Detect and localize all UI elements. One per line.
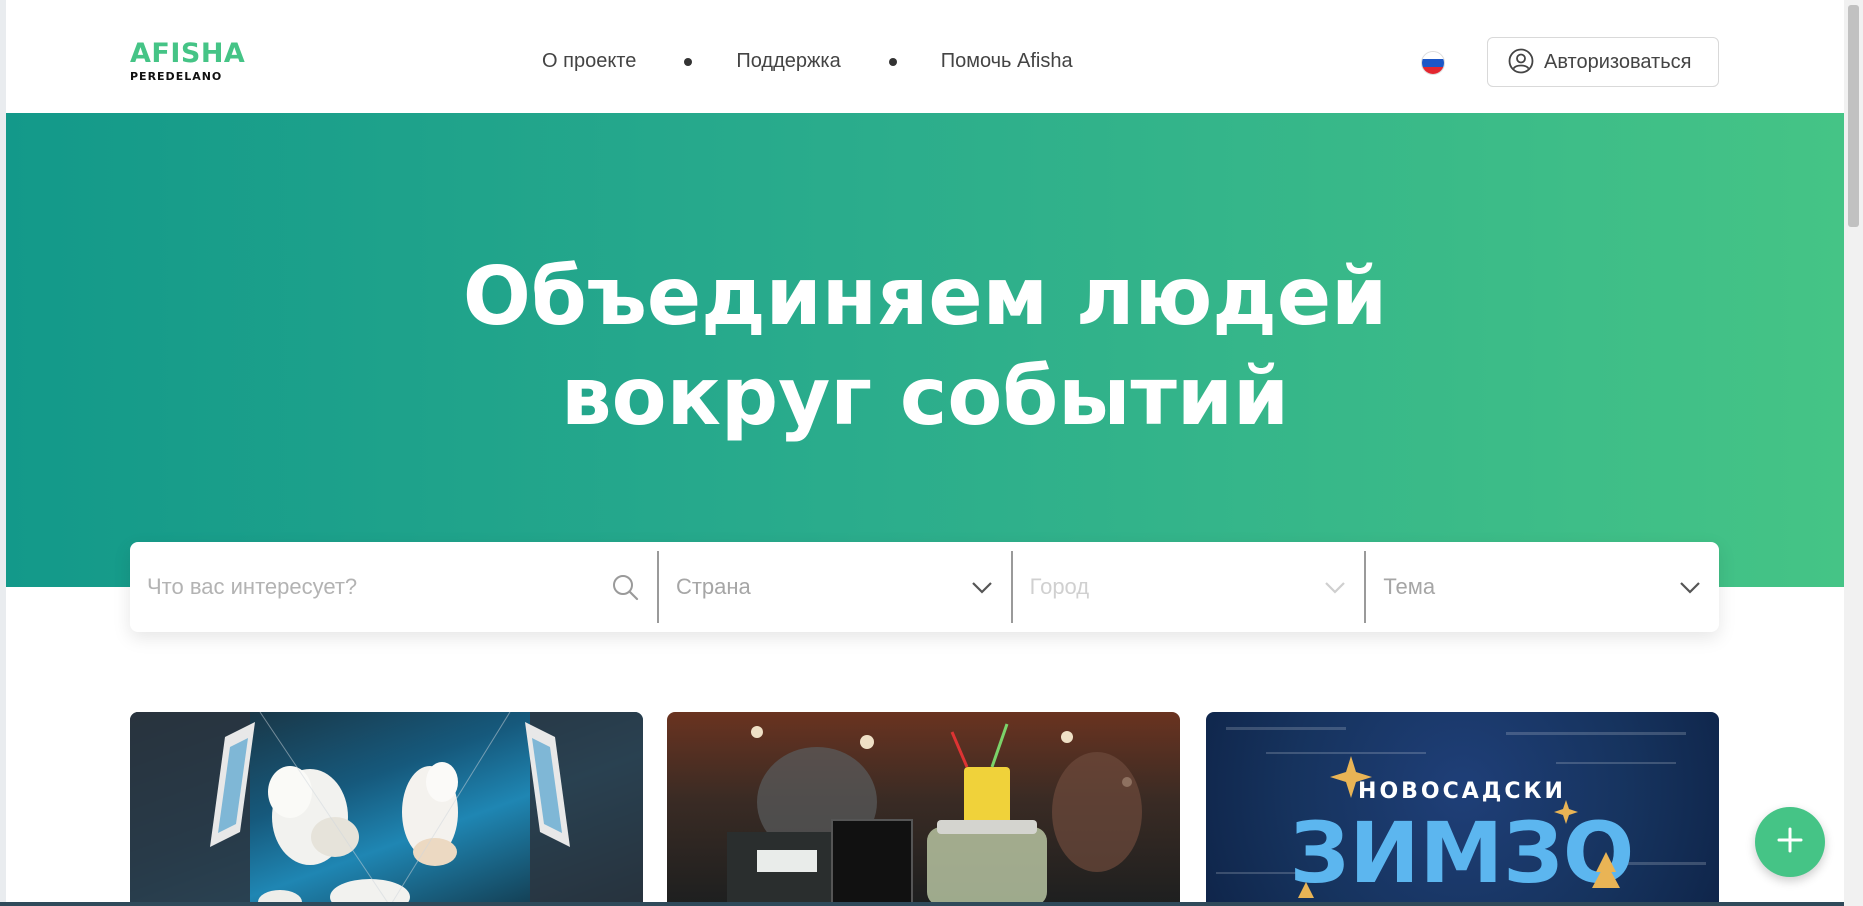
hero-title-line-2: вокруг событий bbox=[560, 350, 1289, 443]
hero-title: Объединяем людей вокруг событий bbox=[6, 247, 1844, 447]
user-circle-icon bbox=[1508, 48, 1534, 77]
topic-select-placeholder: Тема bbox=[1383, 574, 1436, 599]
page-scrollbar[interactable] bbox=[1844, 0, 1863, 906]
country-select[interactable]: Страна bbox=[659, 542, 1011, 632]
event-card-image: НОВОСАДСКИ ЗИМЗО bbox=[1216, 727, 1706, 902]
search-field[interactable] bbox=[130, 542, 657, 632]
country-select-placeholder: Страна bbox=[675, 574, 751, 599]
chevron-down-icon bbox=[1324, 573, 1346, 606]
hero-banner: Объединяем людей вокруг событий bbox=[6, 113, 1844, 587]
topic-select[interactable]: Тема bbox=[1366, 542, 1719, 632]
event-card-image bbox=[130, 712, 643, 906]
plus-icon bbox=[1775, 825, 1805, 860]
main-nav: О проекте Поддержка Помочь Afisha bbox=[542, 50, 1073, 73]
hero-title-line-1: Объединяем людей bbox=[462, 250, 1388, 343]
event-card[interactable]: НОВОСАДСКИ ЗИМЗО bbox=[1206, 712, 1719, 906]
login-button[interactable]: Авторизоваться bbox=[1487, 37, 1719, 87]
nav-separator bbox=[888, 57, 897, 66]
nav-link-support[interactable]: Поддержка bbox=[736, 50, 840, 73]
city-select[interactable]: Город bbox=[1013, 542, 1365, 632]
event-cards: НОВОСАДСКИ ЗИМЗО bbox=[130, 712, 1719, 906]
event-card[interactable] bbox=[667, 712, 1180, 906]
search-icon[interactable] bbox=[611, 573, 639, 606]
event-card-image bbox=[727, 723, 1142, 906]
poster-text-top: НОВОСАДСКИ bbox=[1358, 779, 1566, 804]
city-select-placeholder: Город bbox=[1029, 574, 1090, 599]
page: AFISHA PEREDELANO О проекте Поддержка По… bbox=[6, 0, 1844, 906]
poster-text-main: ЗИМЗО bbox=[1290, 804, 1635, 902]
add-event-button[interactable] bbox=[1755, 807, 1825, 877]
russia-flag-icon[interactable] bbox=[1421, 51, 1445, 75]
chevron-down-icon bbox=[971, 573, 993, 606]
search-bar: Страна Город Тема bbox=[130, 542, 1719, 632]
site-header: AFISHA PEREDELANO О проекте Поддержка По… bbox=[6, 0, 1844, 113]
search-input[interactable] bbox=[147, 574, 587, 600]
taskbar-edge bbox=[0, 902, 1844, 906]
nav-link-help-afisha[interactable]: Помочь Afisha bbox=[941, 50, 1073, 73]
logo-subtitle: PEREDELANO bbox=[130, 70, 223, 83]
logo-wordmark: AFISHA bbox=[130, 38, 246, 69]
logo[interactable]: AFISHA PEREDELANO bbox=[130, 40, 245, 84]
scrollbar-thumb[interactable] bbox=[1848, 5, 1859, 227]
event-card[interactable] bbox=[130, 712, 643, 906]
login-button-label: Авторизоваться bbox=[1544, 50, 1692, 73]
chevron-down-icon bbox=[1679, 573, 1701, 606]
nav-separator bbox=[684, 57, 693, 66]
nav-link-about[interactable]: О проекте bbox=[542, 50, 636, 73]
